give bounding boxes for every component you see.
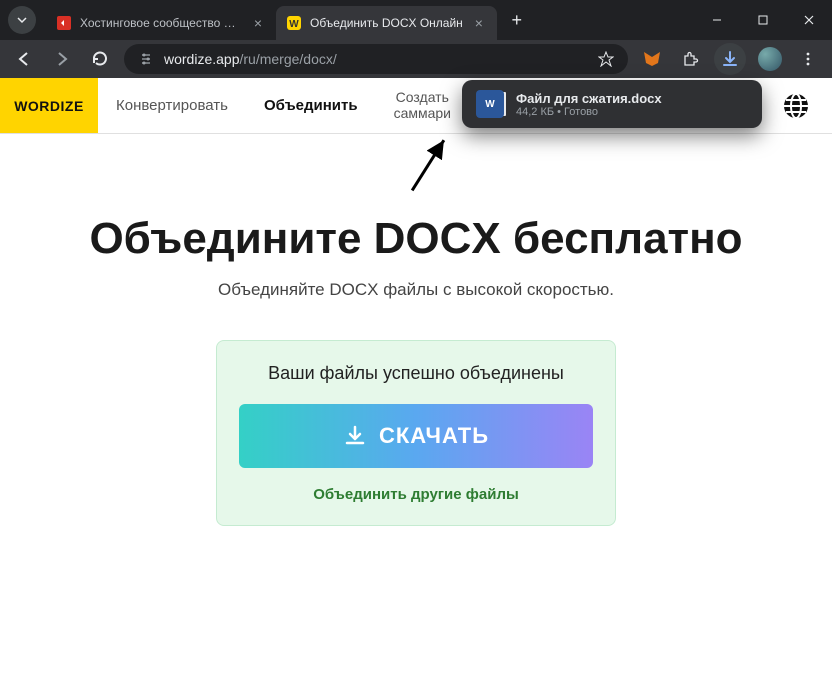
downloads-button[interactable]	[714, 43, 746, 75]
download-icon	[343, 424, 367, 448]
download-notification[interactable]: W Файл для сжатия.docx 44,2 КБ • Готово	[462, 80, 762, 128]
success-card: Ваши файлы успешно объединены СКАЧАТЬ Об…	[216, 340, 616, 526]
main-nav: Конвертировать Объединить Создать саммар…	[98, 78, 469, 133]
nav-merge[interactable]: Объединить	[246, 78, 376, 133]
close-window-button[interactable]	[786, 0, 832, 40]
tab-title: Объединить DOCX Онлайн	[310, 16, 463, 30]
download-filename: Файл для сжатия.docx	[516, 91, 662, 106]
nav-convert[interactable]: Конвертировать	[98, 78, 246, 133]
site-logo[interactable]: WORDIZE	[0, 78, 98, 133]
titlebar: Хостинговое сообщество «Tim × W Объедини…	[0, 0, 832, 40]
close-icon[interactable]: ×	[471, 15, 487, 31]
favicon-icon: W	[286, 15, 302, 31]
browser-tab-0[interactable]: Хостинговое сообщество «Tim ×	[46, 6, 276, 40]
globe-icon	[782, 92, 810, 120]
extensions-puzzle-icon[interactable]	[676, 45, 704, 73]
bookmark-star-icon[interactable]	[598, 51, 614, 67]
language-switch[interactable]	[782, 78, 810, 133]
site-settings-icon[interactable]	[138, 51, 154, 67]
svg-text:W: W	[289, 19, 299, 30]
download-button[interactable]: СКАЧАТЬ	[239, 404, 593, 468]
address-bar: wordize.app/ru/merge/docx/	[0, 40, 832, 78]
browser-chrome: Хостинговое сообщество «Tim × W Объедини…	[0, 0, 832, 78]
maximize-button[interactable]	[740, 0, 786, 40]
nav-summary[interactable]: Создать саммари	[376, 78, 469, 133]
new-tab-button[interactable]: +	[503, 6, 531, 34]
close-icon[interactable]: ×	[250, 15, 266, 31]
download-button-label: СКАЧАТЬ	[379, 423, 489, 449]
kebab-menu-icon[interactable]	[794, 45, 822, 73]
word-file-icon: W	[476, 90, 504, 118]
page-heading: Объедините DOCX бесплатно	[20, 214, 812, 264]
page-subtitle: Объединяйте DOCX файлы с высокой скорост…	[0, 280, 832, 300]
forward-button[interactable]	[48, 45, 76, 73]
annotation-arrow-icon	[395, 130, 465, 200]
minimize-button[interactable]	[694, 0, 740, 40]
download-meta: 44,2 КБ • Готово	[516, 106, 662, 118]
back-button[interactable]	[10, 45, 38, 73]
url-omnibox[interactable]: wordize.app/ru/merge/docx/	[124, 44, 628, 74]
browser-tab-1[interactable]: W Объединить DOCX Онлайн ×	[276, 6, 497, 40]
url-text: wordize.app/ru/merge/docx/	[164, 51, 337, 67]
reload-button[interactable]	[86, 45, 114, 73]
merge-again-link[interactable]: Объединить другие файлы	[239, 486, 593, 503]
download-info: Файл для сжатия.docx 44,2 КБ • Готово	[516, 91, 662, 118]
card-title: Ваши файлы успешно объединены	[239, 363, 593, 384]
tab-title: Хостинговое сообщество «Tim	[80, 16, 242, 30]
favicon-icon	[56, 15, 72, 31]
metamask-extension-icon[interactable]	[638, 45, 666, 73]
window-controls	[694, 0, 832, 40]
profile-avatar[interactable]	[756, 45, 784, 73]
tab-search-button[interactable]	[8, 6, 36, 34]
